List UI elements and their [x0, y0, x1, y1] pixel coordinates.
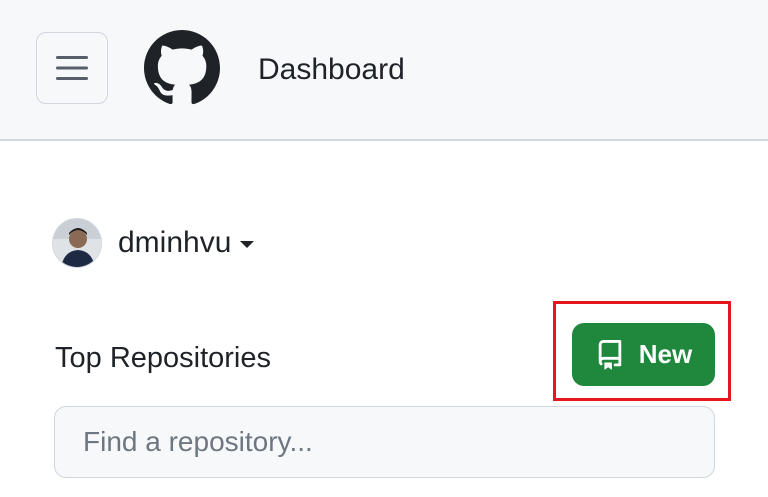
menu-button[interactable] [36, 32, 108, 104]
app-header: Dashboard [0, 0, 768, 141]
repository-search-input[interactable] [54, 406, 715, 478]
repo-icon [595, 338, 625, 372]
username[interactable]: dminhvu [118, 226, 231, 260]
avatar [52, 218, 102, 268]
caret-down-icon[interactable] [239, 240, 255, 250]
top-repositories-heading: Top Repositories [55, 342, 271, 374]
page-title: Dashboard [258, 53, 405, 86]
hamburger-icon [56, 56, 88, 80]
github-logo-icon[interactable] [144, 30, 220, 106]
context-switcher[interactable]: dminhvu [52, 218, 255, 268]
new-repository-button[interactable]: New [572, 323, 715, 386]
new-button-label: New [638, 339, 693, 369]
